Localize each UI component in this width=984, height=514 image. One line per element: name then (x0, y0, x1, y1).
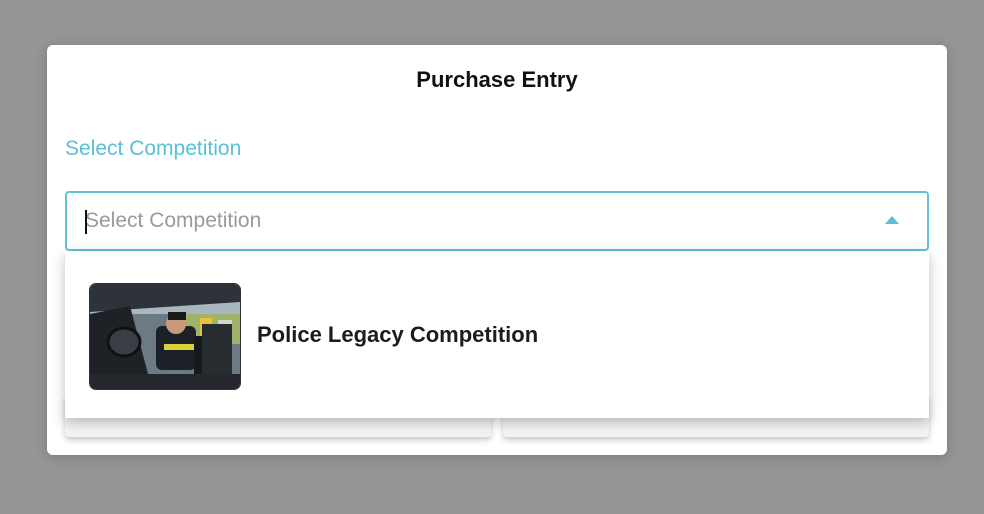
text-cursor (85, 210, 87, 234)
competition-select[interactable] (65, 191, 929, 251)
competition-search-input[interactable] (85, 193, 845, 249)
competition-dropdown-menu: Police Legacy Competition (65, 251, 929, 418)
modal-title: Purchase Entry (416, 67, 578, 92)
competition-field-label: Select Competition (65, 137, 242, 160)
police-car-photo-icon (90, 284, 240, 389)
competition-thumbnail (89, 283, 241, 390)
dropdown-option-police-legacy[interactable]: Police Legacy Competition (65, 251, 929, 418)
option-label: Police Legacy Competition (257, 322, 539, 347)
chevron-up-icon[interactable] (885, 216, 899, 224)
